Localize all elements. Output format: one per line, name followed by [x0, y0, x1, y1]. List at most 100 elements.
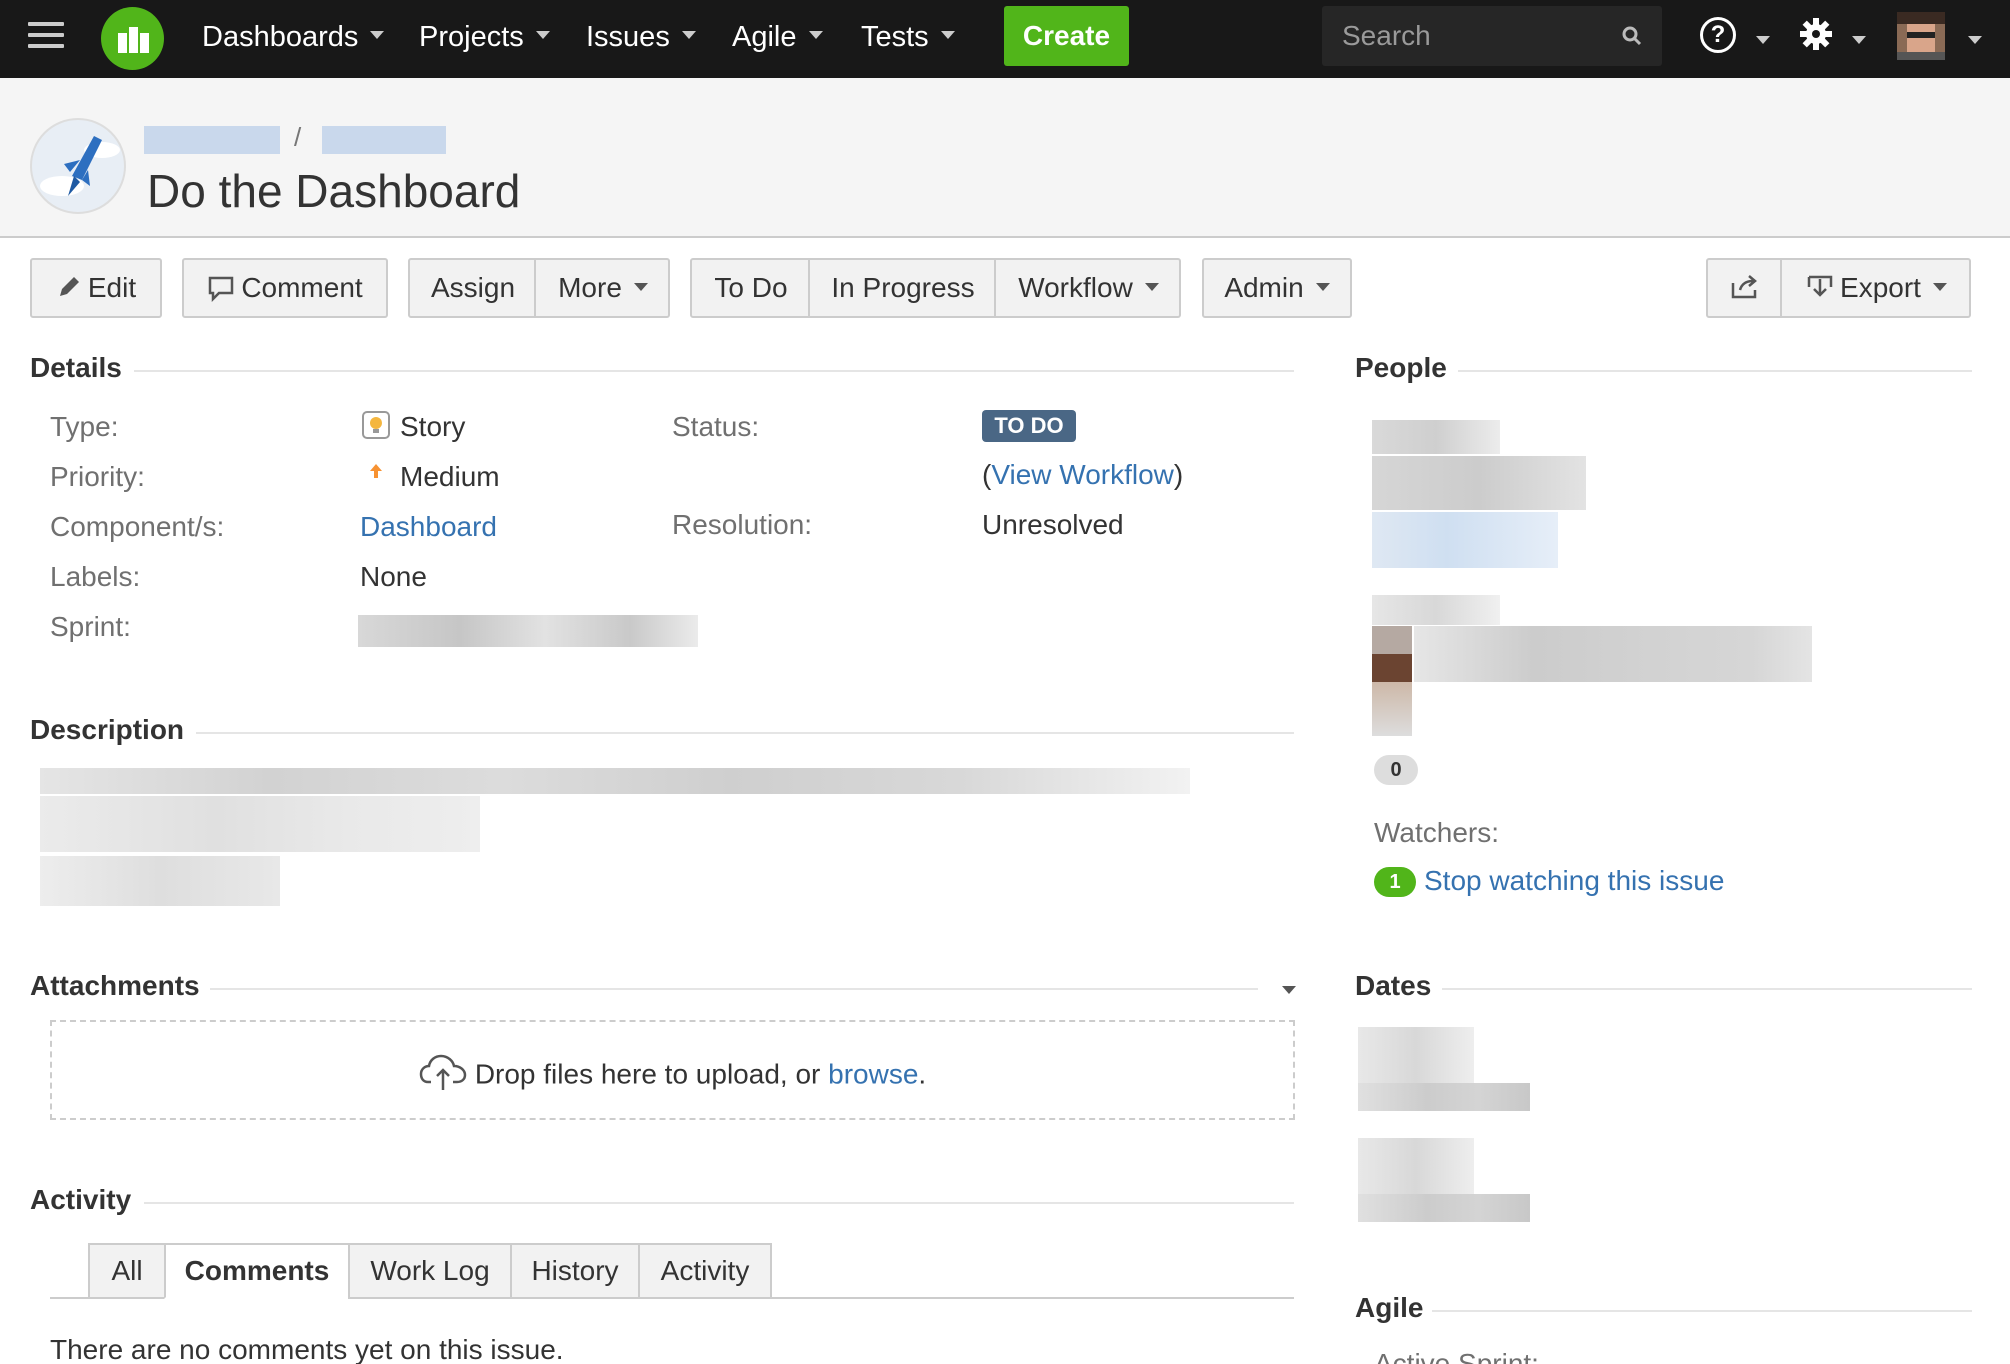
comment-icon	[209, 276, 234, 302]
pencil-icon	[59, 276, 79, 296]
reporter-label-redacted	[1372, 595, 1500, 625]
type-label: Type:	[50, 411, 119, 442]
app-switcher-menu-icon[interactable]	[28, 22, 64, 54]
tab-history[interactable]: History	[510, 1243, 640, 1299]
top-navigation-bar: Dashboards Projects Issues Agile Tests C…	[0, 0, 2010, 78]
search-box	[1322, 6, 1662, 66]
agile-divider	[1432, 1310, 1972, 1312]
breadcrumb-issue-key[interactable]	[322, 126, 446, 154]
admin-chevron-down-icon[interactable]	[1852, 36, 1866, 44]
chevron-down-icon	[370, 31, 385, 40]
app-logo[interactable]	[101, 7, 164, 70]
nav-issues[interactable]: Issues	[586, 0, 696, 78]
page-title: Do the Dashboard	[147, 165, 521, 217]
admin-button[interactable]: Admin	[1202, 258, 1352, 318]
tab-all[interactable]: All	[88, 1243, 166, 1299]
chevron-down-icon	[1932, 282, 1947, 291]
nav-agile-label: Agile	[732, 21, 797, 53]
workflow-paren-open: (	[982, 459, 992, 490]
priority-medium-icon	[370, 464, 382, 478]
comment-button[interactable]: Comment	[182, 258, 388, 318]
export-button[interactable]: Export	[1782, 260, 1971, 316]
components-label: Component/s:	[50, 511, 225, 542]
toolbar-divider	[534, 258, 536, 318]
user-avatar[interactable]	[1897, 12, 1945, 60]
to-do-button[interactable]: To Do	[692, 260, 810, 316]
workflow-button[interactable]: Workflow	[996, 260, 1181, 316]
activity-heading: Activity	[30, 1184, 132, 1215]
nav-tests[interactable]: Tests	[861, 0, 955, 78]
attachments-divider	[210, 988, 1258, 990]
project-avatar[interactable]	[30, 118, 126, 214]
profile-chevron-down-icon[interactable]	[1968, 36, 1982, 44]
share-button[interactable]	[1708, 260, 1782, 316]
description-divider	[196, 732, 1294, 734]
resolution-value: Unresolved	[982, 509, 1124, 540]
workflow-paren-close: )	[1173, 459, 1184, 490]
search-input[interactable]	[1342, 20, 1602, 52]
view-workflow-link[interactable]: View Workflow	[991, 459, 1174, 490]
comment-button-label: Comment	[241, 272, 363, 303]
dropzone-label-end: .	[918, 1058, 927, 1090]
more-button-label: More	[558, 272, 622, 303]
attachments-options-chevron-icon[interactable]	[1282, 986, 1296, 994]
chevron-down-icon	[940, 31, 955, 40]
watchers-label: Watchers:	[1374, 817, 1499, 848]
component-link-dashboard[interactable]: Dashboard	[360, 511, 497, 543]
breadcrumb-project[interactable]	[144, 126, 280, 154]
assign-button[interactable]: Assign	[410, 260, 536, 316]
dropzone-label: Drop files here to upload, or	[474, 1058, 829, 1090]
in-progress-button[interactable]: In Progress	[810, 260, 996, 316]
watchers-count-badge[interactable]: 1	[1374, 867, 1416, 897]
workflow-button-label: Workflow	[1018, 272, 1133, 303]
people-heading: People	[1355, 352, 1447, 383]
tab-work-log[interactable]: Work Log	[348, 1243, 512, 1299]
more-button[interactable]: More	[536, 260, 670, 316]
admin-button-label: Admin	[1224, 272, 1304, 303]
dates-divider	[1442, 988, 1972, 990]
description-redacted-line	[40, 796, 480, 852]
nav-tests-label: Tests	[861, 21, 929, 53]
search-icon[interactable]	[1620, 24, 1644, 48]
nav-dashboards-label: Dashboards	[202, 21, 359, 53]
details-divider	[134, 370, 1294, 372]
type-value: Story	[400, 411, 466, 442]
tab-activity[interactable]: Activity	[638, 1243, 772, 1299]
nav-dashboards[interactable]: Dashboards	[202, 0, 385, 78]
help-icon[interactable]: ?	[1700, 17, 1736, 53]
reporter-name-redacted	[1414, 626, 1812, 682]
nav-projects[interactable]: Projects	[419, 0, 550, 78]
browse-link[interactable]: browse	[828, 1058, 918, 1089]
people-divider	[1458, 370, 1972, 372]
assignee-redacted	[1372, 420, 1500, 454]
assign-to-me-redacted-link[interactable]	[1372, 512, 1558, 568]
sprint-label: Sprint:	[50, 611, 131, 642]
download-icon	[1807, 275, 1833, 297]
share-icon	[1731, 274, 1757, 298]
tab-comments[interactable]: Comments	[164, 1243, 350, 1299]
gear-icon[interactable]	[1798, 16, 1834, 52]
export-button-label: Export	[1840, 272, 1921, 303]
attachments-heading: Attachments	[30, 970, 200, 1001]
attachment-dropzone[interactable]: Drop files here to upload, or browse.	[50, 1020, 1295, 1120]
stop-watching-link[interactable]: Stop watching this issue	[1424, 865, 1724, 897]
help-chevron-down-icon[interactable]	[1756, 36, 1770, 44]
active-sprint-label: Active Sprint:	[1374, 1348, 1539, 1364]
reporter-avatar-redacted	[1372, 654, 1412, 682]
description-heading: Description	[30, 714, 185, 745]
workflow-group: To Do In Progress Workflow	[690, 258, 1181, 318]
create-button[interactable]: Create	[1004, 6, 1129, 66]
edit-button[interactable]: Edit	[30, 258, 162, 318]
nav-projects-label: Projects	[419, 21, 524, 53]
nav-agile[interactable]: Agile	[732, 0, 823, 78]
view-workflow-wrapper: (View Workflow)	[982, 459, 1183, 491]
agile-heading: Agile	[1355, 1292, 1424, 1323]
rocket-icon	[40, 136, 120, 196]
votes-count-badge[interactable]: 0	[1374, 755, 1418, 785]
share-export-group: Export	[1706, 258, 1971, 318]
priority-value: Medium	[400, 461, 500, 492]
status-badge: TO DO	[982, 410, 1076, 442]
nav-issues-label: Issues	[586, 21, 670, 53]
chevron-down-icon	[681, 31, 696, 40]
reporter-avatar-redacted	[1372, 626, 1412, 654]
